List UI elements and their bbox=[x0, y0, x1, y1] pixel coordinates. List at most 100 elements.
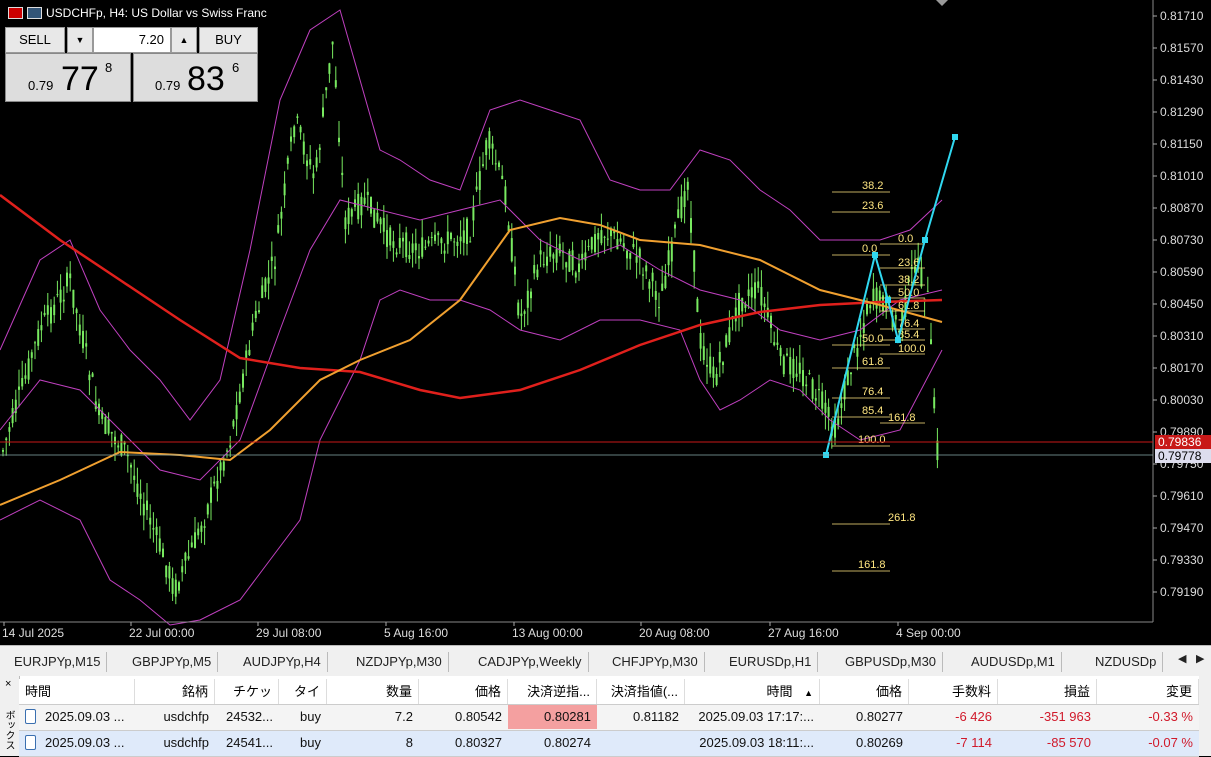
symbol-tab[interactable]: EURJPYp,M15 bbox=[8, 652, 108, 672]
chart-area[interactable]: 0.0 23.6 38.2 50.0 61.8 76.4 85.4 100.0 161.8 261… bbox=[0, 0, 1211, 645]
fib-level-label: 261.8 bbox=[888, 512, 916, 524]
price-tick-label: 0.80450 bbox=[1160, 297, 1204, 311]
cell-sl[interactable]: 0.80281 bbox=[508, 705, 597, 729]
candle-body bbox=[309, 159, 312, 165]
lot-input[interactable]: 7.20 bbox=[93, 27, 171, 53]
sell-button[interactable]: SELL bbox=[5, 27, 65, 53]
col-sl[interactable]: 決済逆指... bbox=[508, 679, 597, 704]
candle-body bbox=[405, 232, 408, 258]
candle-body bbox=[395, 252, 398, 255]
candle-body bbox=[251, 322, 254, 331]
symbol-tab[interactable]: NZDJPYp,M30 bbox=[350, 652, 449, 672]
candle-body bbox=[379, 218, 382, 225]
flag-icon bbox=[8, 7, 23, 19]
col-symbol[interactable]: 銘柄 bbox=[135, 679, 215, 704]
lot-decrease-button[interactable]: ▼ bbox=[67, 27, 93, 53]
candle-body bbox=[821, 391, 824, 409]
candle-body bbox=[34, 342, 36, 344]
buy-price-box[interactable]: 0.79 83 6 bbox=[133, 53, 258, 102]
table-row[interactable]: 2025.09.03 ... usdchfp 24532... buy 7.2 … bbox=[19, 705, 1199, 731]
col-ticket[interactable]: チケット bbox=[215, 679, 279, 724]
col-commission[interactable]: 手数料 bbox=[909, 679, 998, 704]
candle-body bbox=[110, 431, 113, 434]
candle-body bbox=[757, 281, 760, 288]
col-tp[interactable]: 決済指値(... bbox=[597, 679, 685, 704]
candle-body bbox=[626, 250, 628, 259]
cell-change: -0.07 % bbox=[1148, 735, 1193, 750]
candle-body bbox=[283, 183, 286, 196]
col-price-current[interactable]: 価格 bbox=[820, 679, 909, 704]
candle-body bbox=[565, 262, 568, 268]
price-tick-label: 0.79470 bbox=[1160, 521, 1204, 535]
tab-scroll-right-icon[interactable]: ▶ bbox=[1196, 652, 1204, 665]
candle-body bbox=[306, 160, 308, 167]
cell-sl[interactable]: 0.80274 bbox=[508, 731, 597, 755]
candle-body bbox=[174, 579, 177, 597]
candle-body bbox=[82, 330, 84, 349]
time-tick-label: 13 Aug 00:00 bbox=[512, 626, 583, 640]
symbol-tab[interactable]: EURUSDp,H1 bbox=[723, 652, 819, 672]
candle-body bbox=[680, 196, 683, 219]
candle-body bbox=[866, 302, 868, 315]
symbol-tab[interactable]: AUDUSDp,M1 bbox=[965, 652, 1062, 672]
zigzag-point bbox=[872, 252, 878, 258]
col-change[interactable]: 変更 bbox=[1097, 679, 1199, 704]
tab-scroll-left-icon[interactable]: ◀ bbox=[1178, 652, 1186, 665]
symbol-tab[interactable]: NZDUSDp bbox=[1089, 652, 1164, 672]
time-tick-label: 14 Jul 2025 bbox=[2, 626, 64, 640]
candle-body bbox=[462, 230, 465, 243]
table-row[interactable]: 2025.09.03 ... usdchfp 24541... buy 8 0.… bbox=[19, 731, 1199, 757]
close-icon[interactable]: × bbox=[5, 678, 11, 690]
candle-body bbox=[117, 445, 120, 448]
candle-body bbox=[779, 347, 782, 357]
table-scrollbar[interactable] bbox=[1199, 676, 1211, 756]
col-price[interactable]: 価格 bbox=[419, 679, 508, 704]
candle-body bbox=[37, 329, 40, 346]
col-time-current[interactable]: 時間 ▲ bbox=[685, 679, 820, 704]
candle-body bbox=[318, 147, 321, 150]
fib-level-label: 161.8 bbox=[858, 559, 886, 571]
candle-body bbox=[18, 386, 20, 390]
candle-body bbox=[814, 397, 817, 401]
candle-body bbox=[472, 207, 475, 221]
cell-tp[interactable]: 0.81182 bbox=[597, 705, 685, 729]
candle-body bbox=[350, 209, 353, 217]
bollinger-bands-layer bbox=[0, 9, 943, 626]
cell-tp[interactable] bbox=[597, 731, 685, 755]
lot-increase-button[interactable]: ▲ bbox=[171, 27, 197, 53]
symbol-tab[interactable]: GBPJPYp,M5 bbox=[126, 652, 219, 672]
price-tick-label: 0.80030 bbox=[1160, 393, 1204, 407]
candle-body bbox=[654, 291, 657, 300]
candle-body bbox=[296, 116, 299, 118]
price-tick-label: 0.79610 bbox=[1160, 489, 1204, 503]
candle-body bbox=[341, 172, 344, 176]
candle-body bbox=[392, 241, 395, 248]
symbol-tab[interactable]: AUDJPYp,H4 bbox=[237, 652, 328, 672]
symbol-tab[interactable]: CADJPYp,Weekly bbox=[472, 652, 589, 672]
candle-body bbox=[69, 273, 72, 279]
candle-body bbox=[53, 304, 56, 316]
candle-body bbox=[485, 140, 488, 156]
candle-body bbox=[517, 302, 520, 316]
candle-body bbox=[670, 241, 673, 262]
cell-volume: 7.2 bbox=[394, 709, 413, 724]
col-volume[interactable]: 数量 bbox=[327, 679, 419, 704]
sell-price-box[interactable]: 0.79 77 8 bbox=[5, 53, 131, 102]
candle-body bbox=[293, 126, 296, 138]
candle-body bbox=[584, 252, 587, 261]
col-type[interactable]: タイプ bbox=[279, 679, 327, 724]
candle-body bbox=[718, 351, 721, 363]
chart-type-icon bbox=[27, 7, 42, 19]
candle-body bbox=[933, 397, 936, 409]
col-time[interactable]: 時間 bbox=[19, 679, 135, 704]
symbol-tab[interactable]: CHFJPYp,M30 bbox=[606, 652, 705, 672]
buy-button[interactable]: BUY bbox=[199, 27, 258, 53]
candle-body bbox=[226, 450, 228, 452]
candle-body bbox=[491, 143, 494, 149]
candle-body bbox=[770, 315, 772, 329]
candle-body bbox=[165, 565, 168, 578]
candle-body bbox=[603, 236, 606, 238]
col-profit[interactable]: 損益 bbox=[998, 679, 1097, 704]
symbol-tab[interactable]: GBPUSDp,M30 bbox=[839, 652, 944, 672]
symbol-tabs: EURJPYp,M15 GBPJPYp,M5 AUDJPYp,H4 NZDJPYp,M… bbox=[0, 645, 1211, 676]
